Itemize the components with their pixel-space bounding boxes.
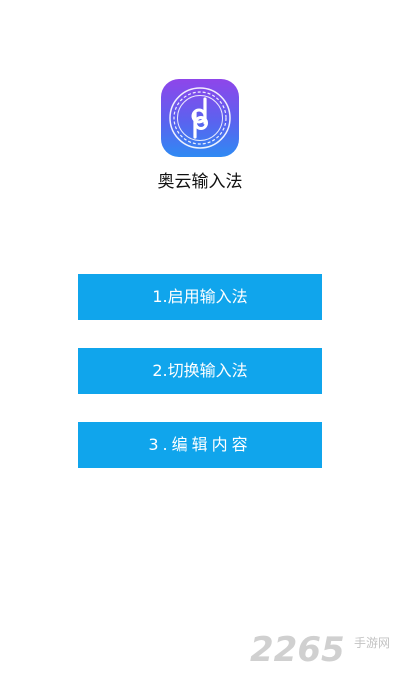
app-name-label: 奥云输入法 — [157, 172, 243, 192]
app-logo-icon — [161, 79, 239, 157]
switch-ime-button[interactable]: 2.切换输入法 — [78, 348, 322, 394]
watermark-site-cn: 手游网 — [354, 636, 391, 650]
enable-ime-button[interactable]: 1.启用输入法 — [78, 274, 322, 320]
watermark: 2265 手游网 — [250, 630, 400, 672]
edit-content-button[interactable]: 3.编辑内容 — [78, 422, 322, 468]
ime-setup-screen: 奥云输入法 1.启用输入法 2.切换输入法 3.编辑内容 2265 手游网 — [0, 0, 400, 684]
watermark-number: 2265 — [250, 630, 345, 670]
